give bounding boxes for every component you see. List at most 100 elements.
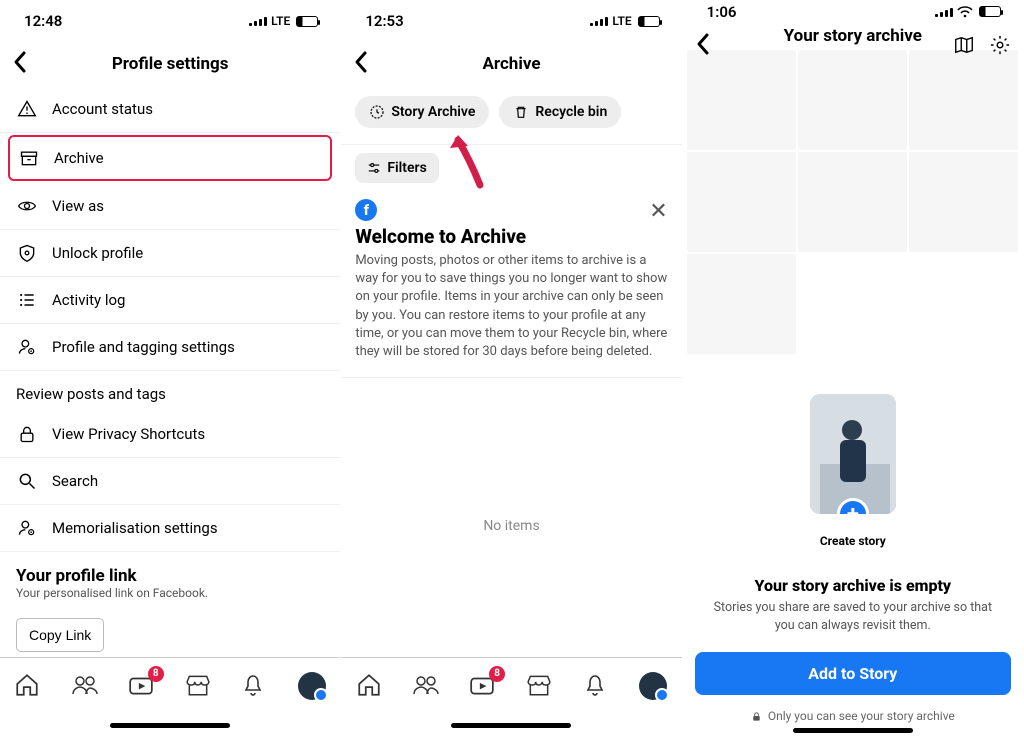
no-items-label: No items xyxy=(341,518,681,534)
map-icon[interactable] xyxy=(951,32,977,58)
tab-watch[interactable]: 8 xyxy=(128,672,156,700)
home-indicator xyxy=(341,713,681,737)
navbar: Archive xyxy=(341,42,681,86)
tab-friends[interactable] xyxy=(71,672,99,700)
tab-marketplace[interactable] xyxy=(526,672,554,700)
filters-button[interactable]: Filters xyxy=(355,153,438,183)
signal-icon xyxy=(249,16,267,26)
menu-label: View as xyxy=(52,197,104,215)
tab-bar: 8 xyxy=(0,657,340,713)
status-time: 1:06 xyxy=(707,3,737,21)
tab-friends[interactable] xyxy=(412,672,440,700)
carrier-label: LTE xyxy=(612,14,631,28)
badge-count: 8 xyxy=(148,666,164,682)
eye-icon xyxy=(16,195,38,217)
lock-icon xyxy=(751,711,762,722)
warning-triangle-icon xyxy=(16,98,38,120)
menu-item-profile-tagging[interactable]: Profile and tagging settings xyxy=(0,324,340,371)
tab-profile[interactable] xyxy=(298,672,326,700)
menu-item-search[interactable]: Search xyxy=(0,458,340,505)
menu-item-memorialisation[interactable]: Memorialisation settings xyxy=(0,505,340,552)
menu-label: Unlock profile xyxy=(52,244,143,262)
welcome-title: Welcome to Archive xyxy=(355,225,667,248)
status-indicators: LTE xyxy=(590,14,659,28)
grid-placeholder xyxy=(798,50,907,150)
privacy-note: Only you can see your story archive xyxy=(683,709,1023,723)
trash-icon xyxy=(513,104,529,120)
tab-notifications[interactable] xyxy=(583,672,611,700)
profile-link-section: Your profile link Your personalised link… xyxy=(0,552,340,604)
battery-icon xyxy=(296,16,318,27)
facebook-logo-icon: f xyxy=(355,199,377,221)
add-to-story-button[interactable]: Add to Story xyxy=(695,652,1011,695)
grid-placeholder xyxy=(909,152,1018,252)
status-bar: 12:53 LTE xyxy=(341,0,681,42)
welcome-card: ✕ f Welcome to Archive Moving posts, pho… xyxy=(341,191,681,361)
pill-label: Recycle bin xyxy=(535,104,607,120)
tab-marketplace[interactable] xyxy=(185,672,213,700)
status-bar: 12:48 LTE xyxy=(0,0,340,42)
phone-screen-story-archive: 1:06 Your story archive xyxy=(683,0,1024,737)
menu-label: Archive xyxy=(54,149,104,167)
profile-link-title: Your profile link xyxy=(16,566,324,586)
back-button[interactable] xyxy=(695,32,711,56)
phone-screen-profile-settings: 12:48 LTE Profile settings Account statu… xyxy=(0,0,341,737)
list-icon xyxy=(16,289,38,311)
empty-body: Stories you share are saved to your arch… xyxy=(683,595,1023,634)
menu-item-unlock-profile[interactable]: Unlock profile xyxy=(0,230,340,277)
status-indicators xyxy=(935,6,1001,18)
status-indicators: LTE xyxy=(249,14,318,28)
back-button[interactable] xyxy=(12,50,28,74)
page-title: Your story archive xyxy=(784,26,922,46)
menu-label: Account status xyxy=(52,100,153,118)
gear-icon[interactable] xyxy=(987,32,1013,58)
privacy-text: Only you can see your story archive xyxy=(768,709,955,723)
story-thumbnail: + xyxy=(810,394,896,514)
badge-count: 8 xyxy=(489,666,505,682)
sliders-icon xyxy=(367,161,381,175)
menu-label: Activity log xyxy=(52,291,125,309)
create-story-card[interactable]: + Create story xyxy=(810,394,896,548)
grid-placeholder xyxy=(909,50,1018,150)
menu-item-privacy-shortcuts[interactable]: View Privacy Shortcuts xyxy=(0,411,340,458)
grid-placeholder xyxy=(687,152,796,252)
page-title: Archive xyxy=(482,54,540,74)
menu-item-archive[interactable]: Archive xyxy=(8,135,332,181)
pill-recycle-bin[interactable]: Recycle bin xyxy=(499,96,621,128)
phone-screen-archive: 12:53 LTE Archive Story Archive Recycle … xyxy=(341,0,682,737)
status-time: 12:53 xyxy=(365,12,403,30)
search-icon xyxy=(16,470,38,492)
tab-watch[interactable]: 8 xyxy=(469,672,497,700)
tab-profile[interactable] xyxy=(639,672,667,700)
archive-box-icon xyxy=(18,147,40,169)
section-header-review: Review posts and tags xyxy=(0,371,340,411)
tab-home[interactable] xyxy=(356,672,384,700)
battery-icon xyxy=(979,6,1001,17)
settings-menu: Account status Archive View as Unlock pr… xyxy=(0,86,340,657)
menu-item-activity-log[interactable]: Activity log xyxy=(0,277,340,324)
status-time: 12:48 xyxy=(24,12,62,30)
copy-link-button[interactable]: Copy Link xyxy=(16,618,104,652)
empty-title: Your story archive is empty xyxy=(683,576,1023,595)
tab-notifications[interactable] xyxy=(241,672,269,700)
tab-home[interactable] xyxy=(14,672,42,700)
back-button[interactable] xyxy=(353,50,369,74)
create-story-label: Create story xyxy=(810,534,896,548)
lock-icon xyxy=(16,423,38,445)
page-title: Profile settings xyxy=(112,54,229,74)
tab-bar: 8 xyxy=(341,657,681,713)
clock-icon xyxy=(369,104,385,120)
filters-label: Filters xyxy=(387,160,426,176)
profile-link-subtitle: Your personalised link on Facebook. xyxy=(16,586,324,600)
close-button[interactable]: ✕ xyxy=(649,199,667,224)
navbar: Profile settings xyxy=(0,42,340,86)
menu-item-account-status[interactable]: Account status xyxy=(0,86,340,133)
battery-icon xyxy=(638,16,660,27)
signal-icon xyxy=(590,16,608,26)
shield-icon xyxy=(16,242,38,264)
menu-item-view-as[interactable]: View as xyxy=(0,183,340,230)
status-bar: 1:06 xyxy=(683,0,1023,24)
menu-label: Profile and tagging settings xyxy=(52,338,235,356)
pill-story-archive[interactable]: Story Archive xyxy=(355,96,489,128)
menu-label: Memorialisation settings xyxy=(52,519,218,537)
